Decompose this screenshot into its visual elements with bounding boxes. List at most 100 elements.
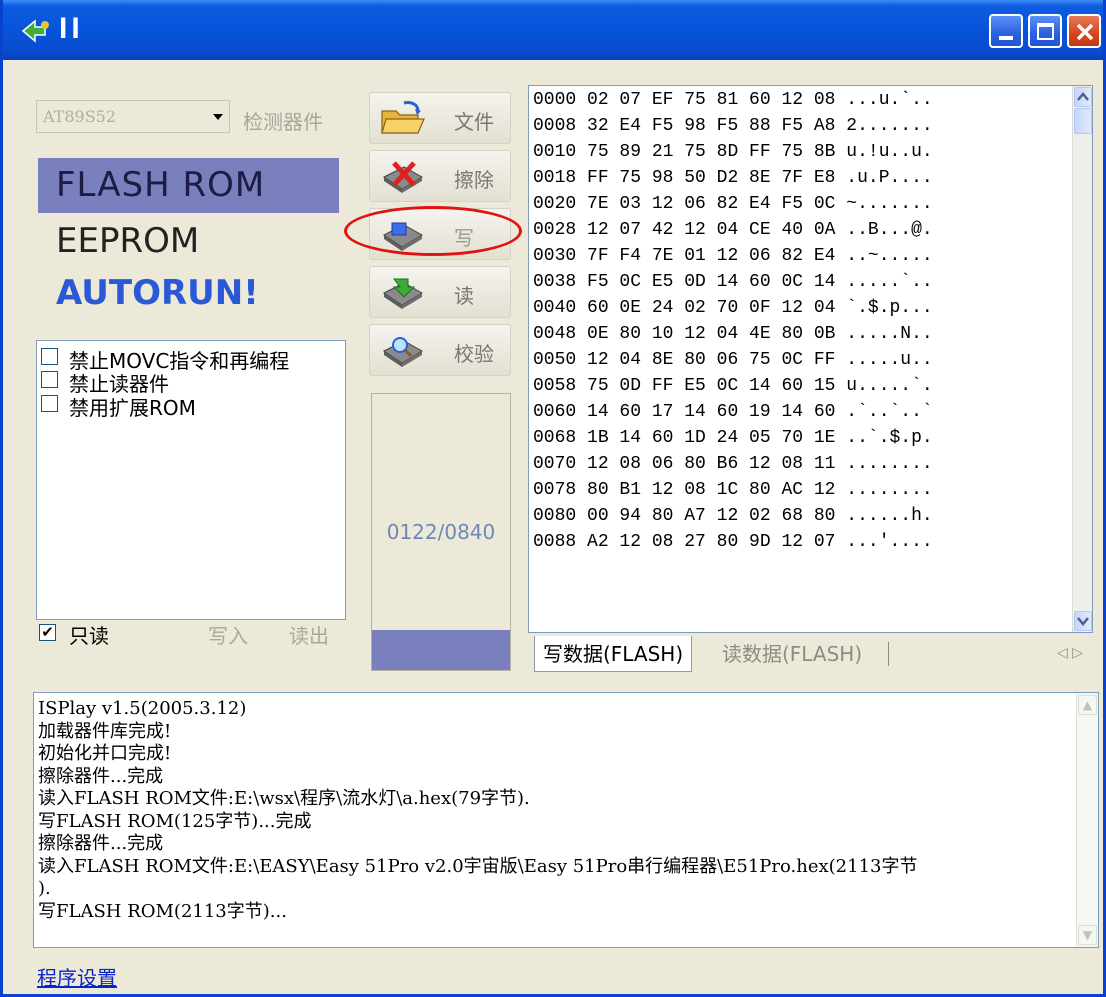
scroll-down-icon[interactable]: ▼ bbox=[1078, 925, 1097, 945]
hex-ascii: 2....... bbox=[846, 116, 933, 136]
scroll-down-icon[interactable] bbox=[1074, 611, 1092, 631]
detect-device-button[interactable]: 检测器件 bbox=[243, 106, 323, 135]
hex-address: 0038 bbox=[533, 272, 577, 292]
hex-ascii: ~....... bbox=[846, 194, 933, 214]
hex-view[interactable]: 0000 02 07 EF 75 81 60 12 08 ...u.`.. 000… bbox=[528, 85, 1093, 633]
hex-address: 0008 bbox=[533, 116, 577, 136]
hex-row: 0000 02 07 EF 75 81 60 12 08 ...u.`.. bbox=[533, 90, 933, 116]
hex-ascii: ...u.`.. bbox=[846, 90, 933, 110]
hex-row: 0060 14 60 17 14 60 19 14 60 .`..`..` bbox=[533, 402, 933, 428]
hex-scrollbar[interactable] bbox=[1072, 86, 1092, 632]
hex-address: 0018 bbox=[533, 168, 577, 188]
erase-button-label: 擦除 bbox=[454, 168, 494, 192]
hex-row: 0018 FF 75 98 50 D2 8E 7F E8 .u.P.... bbox=[533, 168, 933, 194]
tab-scroll-arrows-icon[interactable]: ◁ ▷ bbox=[1057, 645, 1083, 661]
hex-ascii: `.$.p... bbox=[846, 298, 933, 318]
option-label: 禁用扩展ROM bbox=[69, 396, 196, 420]
tab-separator bbox=[888, 642, 889, 666]
hex-bytes: 00 94 80 A7 12 02 68 80 bbox=[587, 506, 836, 526]
device-select[interactable]: AT89S52 bbox=[36, 100, 230, 133]
hex-address: 0060 bbox=[533, 402, 577, 422]
hex-address: 0000 bbox=[533, 90, 577, 110]
log-line: 读入FLASH ROM文件:E:\wsx\程序\流水灯\a.hex(79字节). bbox=[38, 788, 530, 809]
read-button-label: 读 bbox=[454, 284, 474, 308]
chip-read-icon bbox=[383, 278, 423, 309]
tab-read-data[interactable]: 读数据(FLASH) bbox=[714, 636, 870, 672]
checkbox[interactable] bbox=[41, 348, 58, 365]
log-output[interactable]: ISPlay v1.5(2005.3.12) 加载器件库完成! 初始化并口完成! 擦除… bbox=[33, 692, 1099, 948]
progress-text: 0122/0840 bbox=[386, 520, 496, 544]
chip-verify-icon bbox=[383, 337, 423, 367]
read-button[interactable]: 读 bbox=[369, 266, 511, 318]
hex-row: 0068 1B 14 60 1D 24 05 70 1E ..`.$.p. bbox=[533, 428, 933, 454]
hex-bytes: F5 0C E5 0D 14 60 0C 14 bbox=[587, 272, 836, 292]
close-button[interactable] bbox=[1067, 14, 1101, 48]
hex-bytes: 14 60 17 14 60 19 14 60 bbox=[587, 402, 836, 422]
hex-bytes: 12 07 42 12 04 CE 40 0A bbox=[587, 220, 836, 240]
window-title: II bbox=[59, 12, 84, 45]
hex-ascii: ......h. bbox=[846, 506, 933, 526]
hex-ascii: u.!u..u. bbox=[846, 142, 933, 162]
hex-address: 0070 bbox=[533, 454, 577, 474]
title-bar[interactable]: II bbox=[3, 0, 1103, 60]
scroll-up-icon[interactable] bbox=[1074, 87, 1092, 107]
hex-row: 0078 80 B1 12 08 1C 80 AC 12 ........ bbox=[533, 480, 933, 506]
chevron-down-icon[interactable] bbox=[213, 114, 223, 120]
hex-ascii: .`..`..` bbox=[846, 402, 933, 422]
erase-button[interactable]: 擦除 bbox=[369, 150, 511, 202]
hex-row: 0048 0E 80 10 12 04 4E 80 0B .....N.. bbox=[533, 324, 933, 350]
hex-ascii: ..~..... bbox=[846, 246, 933, 266]
minimize-button[interactable] bbox=[989, 14, 1023, 48]
hex-row: 0070 12 08 06 80 B6 12 08 11 ........ bbox=[533, 454, 933, 480]
log-line: 写FLASH ROM(125字节)...完成 bbox=[38, 810, 312, 832]
scroll-up-icon[interactable]: ▲ bbox=[1078, 695, 1097, 715]
verify-button[interactable]: 校验 bbox=[369, 324, 511, 376]
hex-address: 0080 bbox=[533, 506, 577, 526]
log-line: 擦除器件...完成 bbox=[38, 765, 164, 787]
hex-bytes: 7F F4 7E 01 12 06 82 E4 bbox=[587, 246, 836, 266]
hex-bytes: A2 12 08 27 80 9D 12 07 bbox=[587, 532, 836, 552]
rom-item-autorun[interactable]: AUTORUN! bbox=[38, 266, 339, 321]
hex-ascii: .....N.. bbox=[846, 324, 933, 344]
readonly-label: 只读 bbox=[69, 624, 109, 648]
hex-ascii: .....u.. bbox=[846, 350, 933, 370]
log-line: 写FLASH ROM(2113字节)... bbox=[38, 900, 287, 922]
hex-ascii: ........ bbox=[846, 454, 933, 474]
hex-bytes: 12 04 8E 80 06 75 0C FF bbox=[587, 350, 836, 370]
hex-row: 0010 75 89 21 75 8D FF 75 8B u.!u..u. bbox=[533, 142, 933, 168]
data-tabs: 写数据(FLASH) 读数据(FLASH) ◁ ▷ bbox=[528, 636, 1093, 674]
hex-address: 0028 bbox=[533, 220, 577, 240]
hex-bytes: 32 E4 F5 98 F5 88 F5 A8 bbox=[587, 116, 836, 136]
read-link[interactable]: 读出 bbox=[289, 620, 329, 649]
hex-address: 0020 bbox=[533, 194, 577, 214]
maximize-icon bbox=[1037, 23, 1054, 40]
hex-bytes: 02 07 EF 75 81 60 12 08 bbox=[587, 90, 836, 110]
verify-button-label: 校验 bbox=[454, 342, 494, 366]
log-scrollbar[interactable]: ▲ ▼ bbox=[1076, 693, 1098, 947]
tab-write-data[interactable]: 写数据(FLASH) bbox=[534, 636, 693, 672]
check-mark-icon[interactable]: ✔ bbox=[39, 624, 56, 641]
rom-item-eeprom[interactable]: EEPROM bbox=[38, 214, 339, 269]
hex-ascii: ..`.$.p. bbox=[846, 428, 933, 448]
hex-address: 0068 bbox=[533, 428, 577, 448]
rom-item-flash[interactable]: FLASH ROM bbox=[38, 158, 339, 213]
hex-address: 0050 bbox=[533, 350, 577, 370]
log-line: 初始化并口完成! bbox=[38, 743, 172, 764]
progress-panel: 0122/0840 bbox=[371, 393, 511, 671]
checkbox[interactable] bbox=[41, 371, 58, 388]
hex-bytes: 75 89 21 75 8D FF 75 8B bbox=[587, 142, 836, 162]
progress-fill bbox=[372, 629, 510, 670]
hex-bytes: 75 0D FF E5 0C 14 60 15 bbox=[587, 376, 836, 396]
program-settings-link[interactable]: 程序设置 bbox=[37, 962, 117, 991]
maximize-button[interactable] bbox=[1028, 14, 1062, 48]
write-link[interactable]: 写入 bbox=[208, 620, 248, 649]
hex-row: 0038 F5 0C E5 0D 14 60 0C 14 .....`.. bbox=[533, 272, 933, 298]
hex-address: 0040 bbox=[533, 298, 577, 318]
checkbox[interactable] bbox=[41, 395, 58, 412]
hex-address: 0010 bbox=[533, 142, 577, 162]
scroll-thumb[interactable] bbox=[1074, 108, 1092, 134]
file-button[interactable]: 文件 bbox=[369, 92, 511, 144]
hex-row: 0008 32 E4 F5 98 F5 88 F5 A8 2....... bbox=[533, 116, 933, 142]
hex-ascii: .....`.. bbox=[846, 272, 933, 292]
close-icon bbox=[1076, 23, 1094, 41]
